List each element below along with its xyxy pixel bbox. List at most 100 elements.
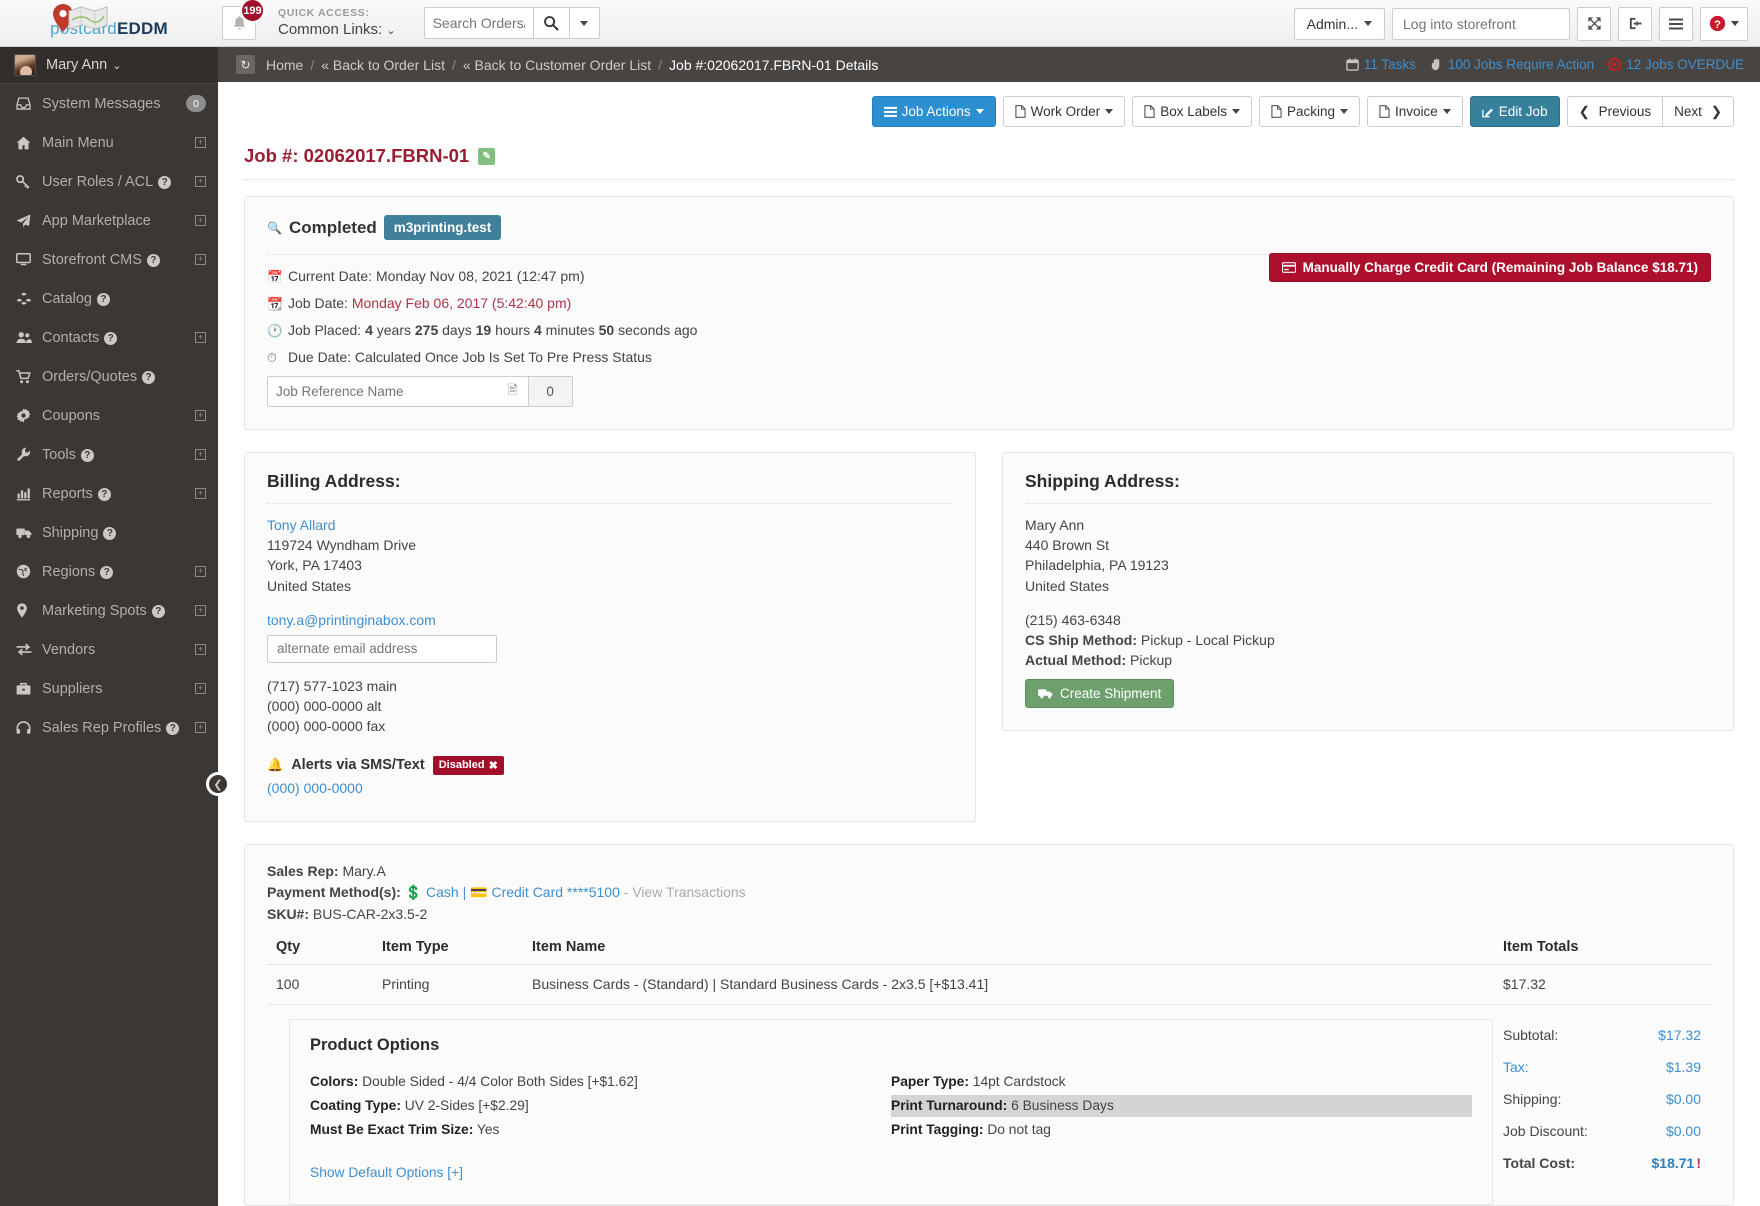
sidebar-collapse-button[interactable]: ❮ [206, 772, 230, 796]
edit-job-button[interactable]: Edit Job [1470, 96, 1560, 127]
sidebar-item-sales-rep-profiles[interactable]: Sales Rep Profiles?+ [0, 708, 218, 747]
packing-button[interactable]: Packing [1259, 96, 1360, 127]
logout-button[interactable] [1618, 7, 1652, 41]
expand-plus-icon[interactable]: + [195, 137, 206, 148]
search-options-dropdown[interactable] [570, 7, 600, 39]
chevron-down-icon [1105, 109, 1113, 114]
expand-plus-icon[interactable]: + [195, 176, 206, 187]
sidebar-item-storefront-cms[interactable]: Storefront CMS?+ [0, 240, 218, 279]
billing-contact-link[interactable]: Tony Allard [267, 517, 335, 533]
sidebar-item-catalog[interactable]: Catalog? [0, 279, 218, 318]
edit-job-number-icon[interactable]: ✎ [478, 148, 495, 165]
invoice-button[interactable]: Invoice [1367, 96, 1463, 127]
storefront-login-input[interactable] [1392, 8, 1570, 40]
tasks-link[interactable]: 11 Tasks [1346, 57, 1416, 72]
product-option-value: Do not tag [983, 1122, 1051, 1137]
address-card-icon[interactable]: 🖹 [508, 381, 518, 402]
jobs-require-action-link[interactable]: 100 Jobs Require Action [1430, 57, 1594, 72]
sms-alerts-status-badge[interactable]: Disabled✖ [433, 756, 504, 775]
job-date-row: 📆 Job Date: Monday Feb 06, 2017 (5:42:40… [267, 295, 1711, 312]
job-reference-input[interactable] [267, 376, 533, 407]
help-circle-icon[interactable]: ? [147, 254, 160, 267]
app-logo[interactable]: postcardEDDM [0, 0, 218, 47]
expand-plus-icon[interactable]: + [195, 566, 206, 577]
expand-plus-icon[interactable]: + [195, 332, 206, 343]
sidebar-item-marketing-spots[interactable]: Marketing Spots?+ [0, 591, 218, 630]
sidebar-item-shipping[interactable]: Shipping? [0, 513, 218, 552]
expand-plus-icon[interactable]: + [195, 215, 206, 226]
sidebar-item-tools[interactable]: Tools?+ [0, 435, 218, 474]
common-links-dropdown[interactable]: Common Links: ⌄ [278, 21, 396, 38]
expand-plus-icon[interactable]: + [195, 683, 206, 694]
sidebar-user[interactable]: Mary Ann⌄ [0, 47, 218, 84]
create-shipment-button[interactable]: Create Shipment [1025, 679, 1174, 708]
sidebar-item-label: Coupons [42, 408, 195, 424]
expand-plus-icon[interactable]: + [195, 449, 206, 460]
help-circle-icon[interactable]: ? [158, 176, 171, 189]
sidebar-item-suppliers[interactable]: Suppliers+ [0, 669, 218, 708]
sidebar-item-user-roles-acl[interactable]: User Roles / ACL?+ [0, 162, 218, 201]
notifications-button[interactable]: 199 [222, 6, 256, 40]
help-menu-button[interactable]: ? [1700, 7, 1748, 41]
total-label[interactable]: Tax: [1503, 1059, 1529, 1075]
search-input[interactable] [424, 7, 534, 39]
expand-plus-icon[interactable]: + [195, 605, 206, 616]
sidebar-item-system-messages[interactable]: System Messages0 [0, 84, 218, 123]
map-pin-icon [16, 603, 42, 618]
fullscreen-button[interactable] [1577, 7, 1611, 41]
help-circle-icon[interactable]: ? [142, 371, 155, 384]
job-nav-group: ❮ Previous Next ❯ [1567, 96, 1734, 127]
card-divider [1025, 503, 1711, 504]
billing-phone-alt: (000) 000-0000 alt [267, 697, 953, 715]
sidebar-item-orders-quotes[interactable]: Orders/Quotes? [0, 357, 218, 396]
sidebar-item-reports[interactable]: Reports?+ [0, 474, 218, 513]
tenant-tag[interactable]: m3printing.test [384, 215, 502, 240]
help-circle-icon[interactable]: ? [81, 449, 94, 462]
search-button[interactable] [534, 7, 570, 39]
payment-card-link[interactable]: Credit Card ****5100 [491, 884, 619, 900]
credit-card-icon: 💳 [470, 884, 487, 900]
payment-cash-link[interactable]: Cash [426, 884, 459, 900]
help-circle-icon[interactable]: ? [98, 488, 111, 501]
help-circle-icon[interactable]: ? [152, 605, 165, 618]
jobs-overdue-link[interactable]: 12 Jobs OVERDUE [1608, 57, 1744, 72]
cart-icon [16, 370, 42, 384]
sidebar-item-vendors[interactable]: Vendors+ [0, 630, 218, 669]
admin-menu-button[interactable]: Admin... [1294, 8, 1385, 40]
breadcrumb-back-order-list[interactable]: « Back to Order List [321, 57, 445, 73]
clock-outline-icon: ⏱ [267, 351, 281, 366]
expand-plus-icon[interactable]: + [195, 722, 206, 733]
expand-plus-icon[interactable]: + [195, 644, 206, 655]
sidebar-item-main-menu[interactable]: Main Menu+ [0, 123, 218, 162]
expand-plus-icon[interactable]: + [195, 410, 206, 421]
briefcase-icon [16, 682, 42, 696]
menu-button[interactable] [1659, 7, 1693, 41]
alternate-email-input[interactable] [267, 635, 497, 663]
payment-methods-row: Payment Method(s): 💲 Cash | 💳 Credit Car… [267, 884, 1711, 901]
help-circle-icon[interactable]: ? [166, 722, 179, 735]
help-circle-icon[interactable]: ? [97, 293, 110, 306]
job-actions-button[interactable]: Job Actions [872, 96, 996, 127]
refresh-icon[interactable]: ↻ [236, 55, 255, 74]
sidebar-item-app-marketplace[interactable]: App Marketplace+ [0, 201, 218, 240]
sidebar-item-coupons[interactable]: Coupons+ [0, 396, 218, 435]
box-labels-button[interactable]: Box Labels [1132, 96, 1252, 127]
expand-plus-icon[interactable]: + [195, 488, 206, 499]
previous-job-button[interactable]: ❮ Previous [1567, 96, 1664, 127]
sidebar-item-contacts[interactable]: Contacts?+ [0, 318, 218, 357]
charge-credit-card-button[interactable]: Manually Charge Credit Card (Remaining J… [1269, 253, 1711, 282]
work-order-button[interactable]: Work Order [1003, 96, 1126, 127]
next-job-button[interactable]: Next ❯ [1663, 96, 1734, 127]
breadcrumb-back-customer-order-list[interactable]: « Back to Customer Order List [463, 57, 651, 73]
breadcrumb-home[interactable]: Home [266, 57, 303, 73]
expand-plus-icon[interactable]: + [195, 254, 206, 265]
help-circle-icon[interactable]: ? [104, 332, 117, 345]
show-default-options-link[interactable]: Show Default Options [+] [310, 1165, 463, 1180]
sms-number-link[interactable]: (000) 000-0000 [267, 780, 363, 796]
view-transactions-link[interactable]: - View Transactions [624, 884, 746, 900]
help-circle-icon[interactable]: ? [103, 527, 116, 540]
help-circle-icon[interactable]: ? [100, 566, 113, 579]
sidebar-item-regions[interactable]: Regions?+ [0, 552, 218, 591]
job-placed-days-unit: days [442, 322, 472, 338]
billing-email-link[interactable]: tony.a@printinginabox.com [267, 612, 436, 628]
